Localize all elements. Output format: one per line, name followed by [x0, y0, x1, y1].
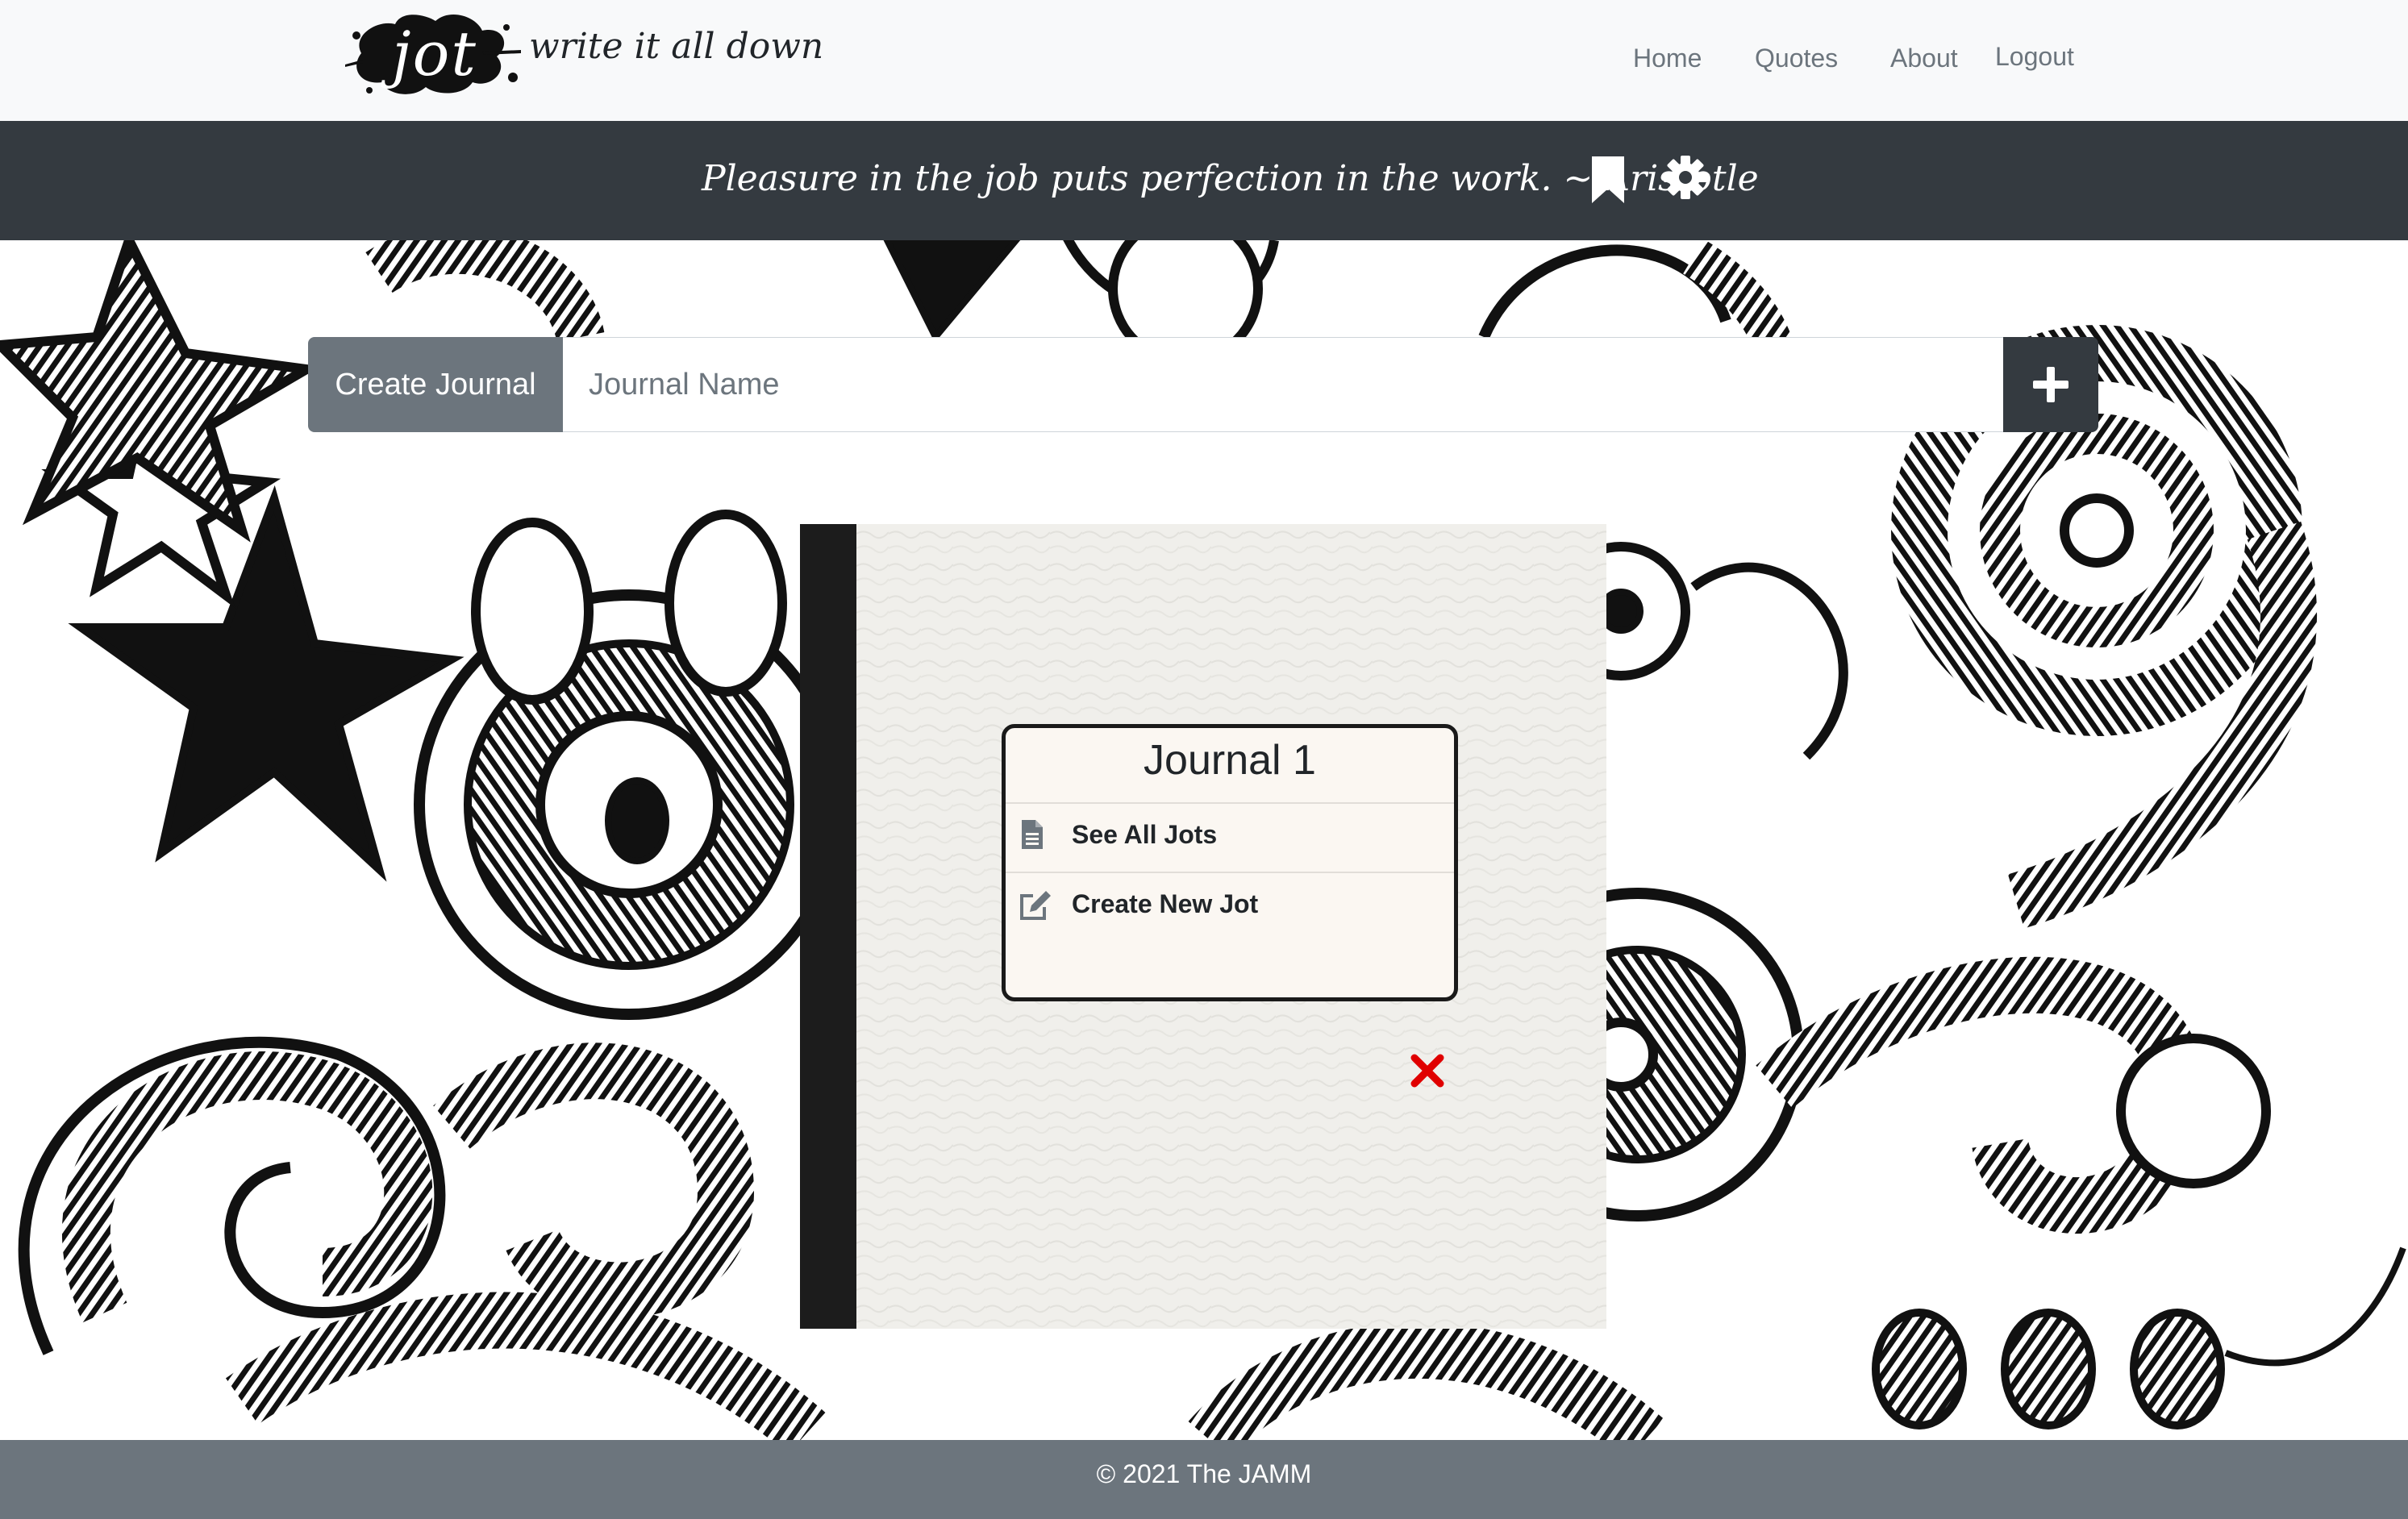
gear-icon[interactable]	[1663, 155, 1708, 204]
journal-name-input[interactable]	[563, 337, 2013, 432]
create-journal-button[interactable]	[2003, 337, 2098, 432]
quote-bar: Pleasure in the job puts perfection in t…	[0, 121, 2408, 240]
jot-logo[interactable]: jot	[345, 3, 523, 100]
top-navbar: jot write it all down Home Quotes About …	[0, 0, 2408, 122]
bookmark-icon[interactable]	[1590, 155, 1626, 209]
copyright-text: © 2021 The JAMM	[1096, 1459, 1312, 1488]
document-icon	[1022, 820, 1043, 849]
create-new-jot-label: Create New Jot	[1072, 889, 1259, 918]
site-tagline: write it all down	[529, 26, 824, 67]
create-new-jot-button[interactable]: Create New Jot	[1006, 873, 1454, 941]
edit-icon	[1020, 891, 1051, 920]
footer: © 2021 The JAMM	[0, 1440, 2408, 1519]
journal-title: Journal 1	[1144, 737, 1316, 784]
delete-journal-button[interactable]	[1410, 1053, 1445, 1088]
nav-quotes[interactable]: Quotes	[1755, 44, 1838, 73]
plus-icon	[2033, 367, 2068, 402]
see-all-jots-button[interactable]: See All Jots	[1006, 804, 1454, 872]
nav-logout[interactable]: Logout	[1995, 42, 2074, 72]
book-spine	[800, 524, 856, 1329]
close-icon	[1410, 1054, 1444, 1088]
nav-home[interactable]: Home	[1633, 44, 1702, 73]
see-all-jots-label: See All Jots	[1072, 820, 1218, 849]
nav-about[interactable]: About	[1890, 44, 1958, 73]
journal-card: Journal 1 See All Jots Create New Jot	[1002, 724, 1458, 1001]
create-journal-label: Create Journal	[308, 337, 563, 432]
create-journal-form: Create Journal	[308, 337, 2098, 432]
logo-text: jot	[392, 18, 477, 89]
